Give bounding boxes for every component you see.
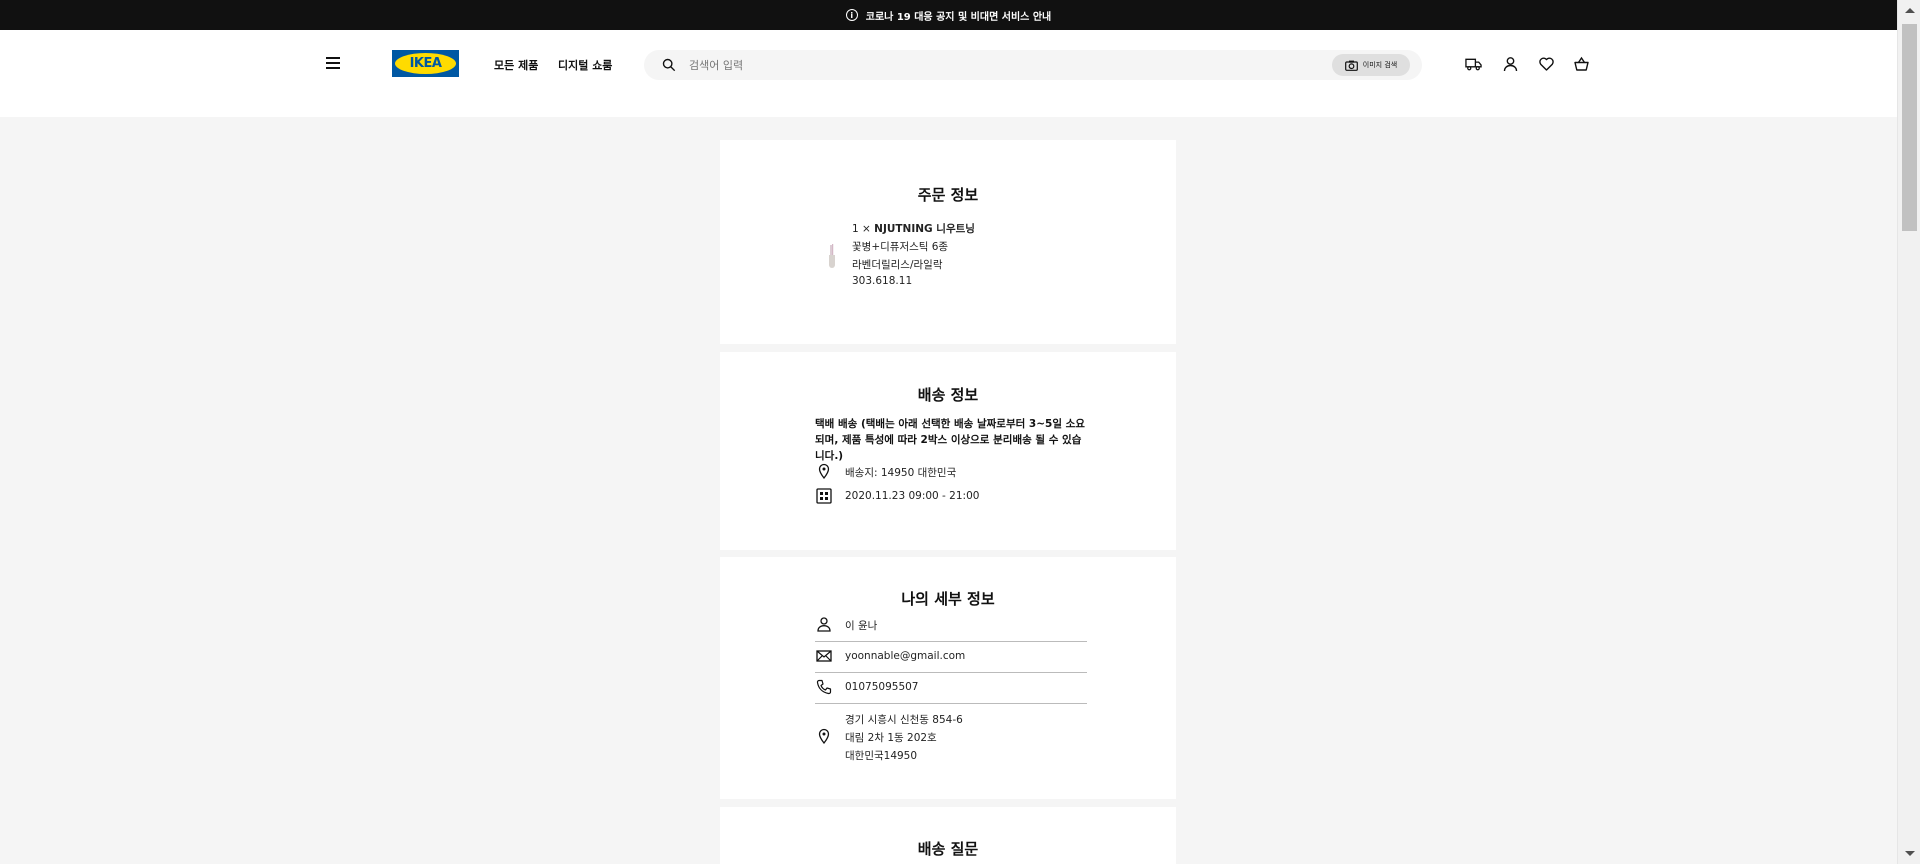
customer-email: yoonnable@gmail.com	[845, 650, 966, 662]
scroll-up-arrow[interactable]	[1905, 8, 1915, 13]
delivery-questions-card: 배송 질문	[720, 807, 1176, 864]
search-input[interactable]	[689, 57, 1289, 73]
nav-all-products[interactable]: 모든 제품	[494, 57, 538, 73]
location-pin-icon	[818, 463, 830, 479]
calendar-icon	[816, 488, 832, 504]
logo-text: IKEA	[395, 53, 456, 74]
shopping-bag-icon[interactable]	[1573, 56, 1590, 72]
my-details-title: 나의 세부 정보	[901, 590, 995, 608]
location-pin-icon	[818, 728, 830, 744]
site-header: IKEA 모든 제품 디지털 쇼룸 이미지 검색	[0, 30, 1897, 117]
customer-phone: 01075095507	[845, 681, 919, 693]
delivery-address: 배송지: 14950 대한민국	[845, 467, 957, 479]
order-info-title: 주문 정보	[917, 186, 979, 204]
product-quantity: 1 ×	[852, 223, 871, 235]
announcement-banner[interactable]: i 코로나 19 대응 공지 및 비대면 서비스 안내	[0, 0, 1897, 30]
customer-address-line-2: 대림 2차 1동 202호	[845, 732, 937, 744]
divider	[815, 672, 1087, 673]
product-article-number: 303.618.11	[852, 275, 913, 287]
customer-address-line-3: 대한민국14950	[845, 750, 918, 762]
info-icon: i	[845, 9, 858, 21]
menu-icon[interactable]	[326, 57, 340, 69]
delivery-questions-title: 배송 질문	[917, 840, 979, 858]
delivery-info-card: 배송 정보 택배 배송 (택배는 아래 선택한 배송 날짜로부터 3~5일 소요…	[720, 352, 1176, 550]
divider	[815, 703, 1087, 704]
divider	[815, 641, 1087, 642]
nav-digital-showroom[interactable]: 디지털 쇼룸	[558, 57, 612, 73]
announcement-text[interactable]: 코로나 19 대응 공지 및 비대면 서비스 안내	[866, 8, 1052, 23]
camera-icon	[1344, 60, 1358, 71]
product-description: 꽃병+디퓨저스틱 6종	[852, 241, 949, 253]
heart-icon[interactable]	[1538, 56, 1555, 72]
mail-icon	[816, 650, 832, 662]
delivery-info-title: 배송 정보	[917, 386, 979, 404]
page-scrollbar[interactable]	[1897, 0, 1920, 864]
product-variant: 라벤더릴리스/라일락	[852, 259, 943, 271]
delivery-date: 2020.11.23 09:00 - 21:00	[845, 490, 980, 502]
user-icon[interactable]	[1502, 56, 1519, 72]
ikea-logo[interactable]: IKEA	[392, 50, 459, 77]
product-name: NJUTNING 니우트닝	[874, 223, 975, 235]
scroll-down-arrow[interactable]	[1905, 851, 1915, 856]
image-search-button[interactable]: 이미지 검색	[1332, 54, 1410, 76]
order-info-card: 주문 정보 1 × NJUTNING 니우트닝 꽃병+디퓨저스틱 6종 라벤더릴…	[720, 140, 1176, 344]
delivery-truck-icon[interactable]	[1465, 56, 1482, 72]
delivery-method: 택배 배송 (택배는 아래 선택한 배송 날짜로부터 3~5일 소요되며, 제품…	[815, 418, 1085, 462]
person-icon	[817, 617, 831, 632]
my-details-card: 나의 세부 정보 이 윤나 yoonnable@gmail.com 010750…	[720, 557, 1176, 799]
scroll-thumb[interactable]	[1902, 24, 1917, 231]
search-icon	[662, 58, 676, 72]
product-title-line: 1 × NJUTNING 니우트닝	[852, 221, 975, 236]
phone-icon	[816, 679, 832, 695]
search-bar[interactable]: 이미지 검색	[644, 50, 1422, 80]
product-image	[829, 244, 835, 268]
customer-address-line-1: 경기 시흥시 신천동 854-6	[845, 714, 963, 726]
customer-name: 이 윤나	[845, 620, 878, 632]
image-search-label: 이미지 검색	[1362, 61, 1398, 69]
